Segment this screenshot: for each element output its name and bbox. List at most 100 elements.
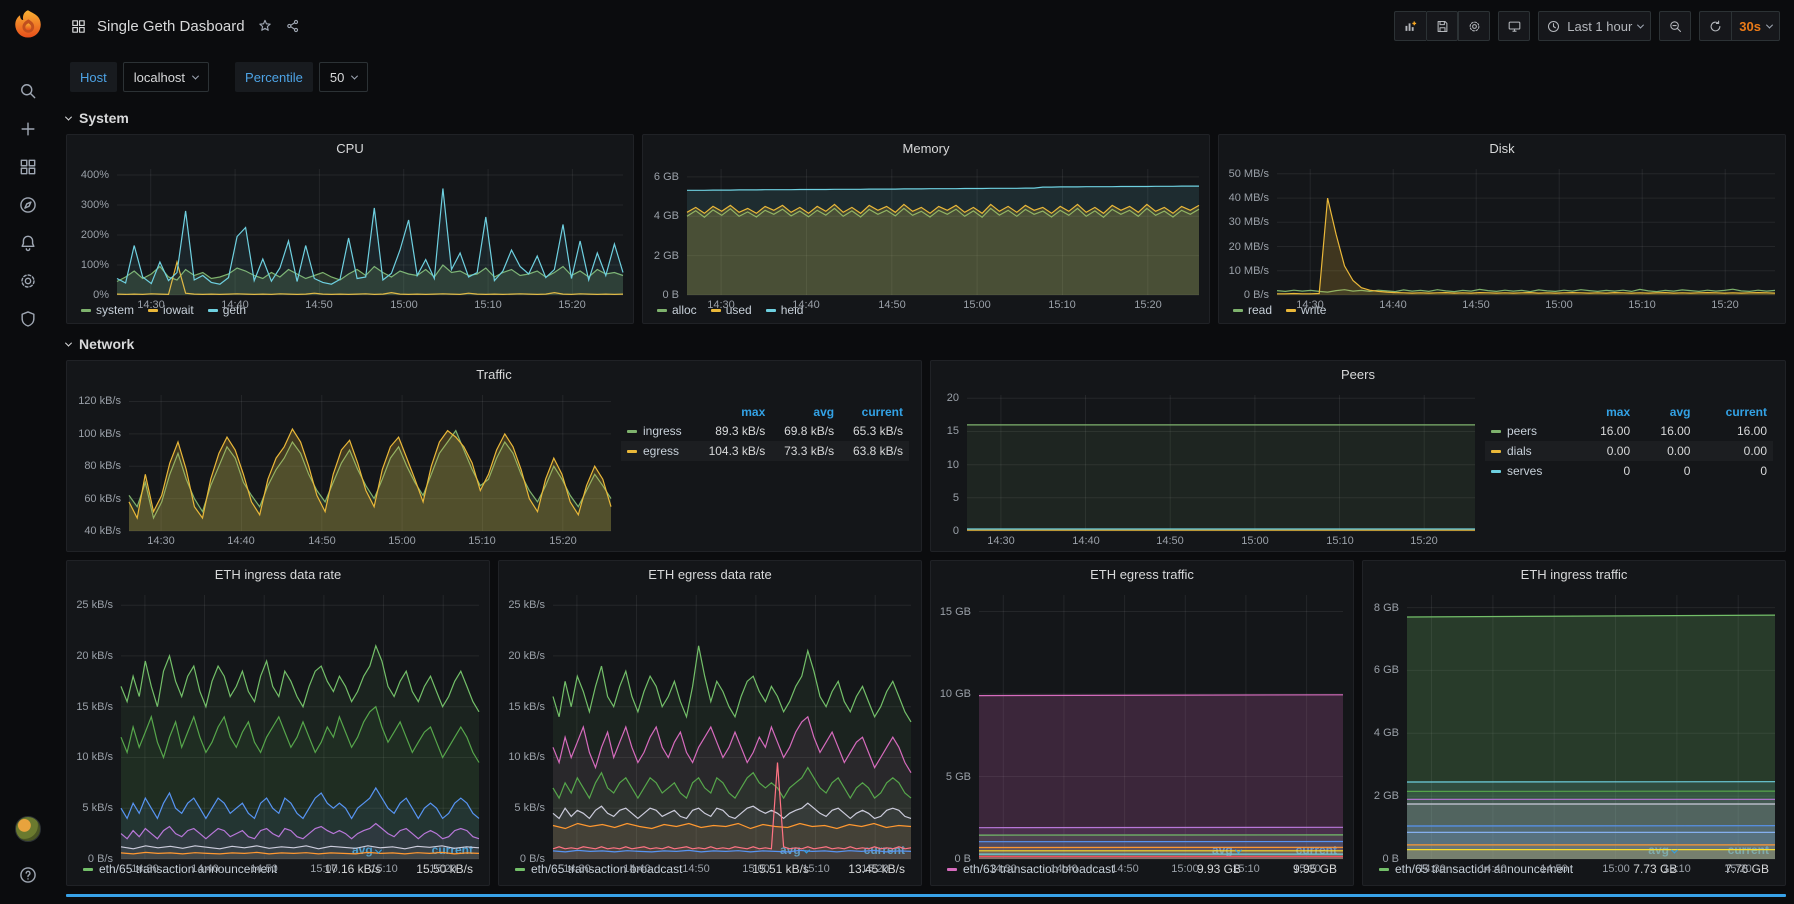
y-tick: 10 kB/s (499, 750, 545, 764)
peers-chart[interactable]: 0510152014:3014:4014:5015:0015:1015:20 (931, 387, 1485, 551)
x-tick: 14:50 (295, 299, 343, 311)
series-color-swatch (1491, 450, 1501, 453)
panel-eth-ingress-data-rate: ETH ingress data rate 0 B/s5 kB/s10 kB/s… (66, 560, 490, 886)
x-tick: 14:30 (697, 299, 745, 311)
panel-title[interactable]: ETH egress data rate (499, 561, 921, 587)
variable-percentile-dropdown[interactable]: 50 (319, 62, 368, 92)
chevron-down-icon (192, 72, 199, 79)
tv-mode-button[interactable] (1498, 11, 1530, 41)
eth-egress-data-rate-chart[interactable]: 0 B/s5 kB/s10 kB/s15 kB/s20 kB/s25 kB/s1… (499, 587, 921, 841)
legend-series-name[interactable]: serves (1485, 461, 1576, 481)
panel-title[interactable]: Traffic (67, 361, 921, 387)
x-tick: 14:40 (1040, 863, 1088, 875)
y-tick: 0% (67, 288, 109, 302)
panel-title[interactable]: ETH ingress traffic (1363, 561, 1785, 587)
legend-series-name[interactable]: egress (621, 441, 695, 461)
panel-title[interactable]: Peers (931, 361, 1785, 387)
avatar[interactable] (15, 816, 41, 842)
traffic-chart[interactable]: 40 kB/s60 kB/s80 kB/s100 kB/s120 kB/s14:… (67, 387, 621, 551)
y-tick: 2 GB (1363, 789, 1399, 803)
legend-series-name[interactable]: ingress (621, 421, 695, 441)
y-tick: 0 B (931, 852, 971, 866)
configuration-icon[interactable] (8, 262, 48, 300)
legend-header-avg[interactable]: avg (771, 403, 840, 421)
y-tick: 10 kB/s (67, 750, 113, 764)
y-tick: 8 GB (1363, 601, 1399, 615)
explore-icon[interactable] (8, 186, 48, 224)
legend-row: serves000 (1485, 461, 1773, 481)
eth-ingress-data-rate-chart[interactable]: 0 B/s5 kB/s10 kB/s15 kB/s20 kB/s25 kB/s1… (67, 587, 489, 841)
alerting-icon[interactable] (8, 224, 48, 262)
cpu-chart[interactable]: 0%100%200%300%400%14:3014:4014:5015:0015… (67, 161, 633, 301)
y-tick: 50 MB/s (1219, 167, 1269, 181)
legend-header-current[interactable]: current (840, 403, 909, 421)
y-tick: 20 MB/s (1219, 240, 1269, 254)
memory-chart[interactable]: 0 B2 GB4 GB6 GB14:3014:4014:5015:0015:10… (643, 161, 1209, 301)
refresh-button[interactable] (1699, 11, 1731, 41)
dashboard-settings-button[interactable] (1458, 11, 1490, 41)
legend-header-avg[interactable]: avg (1636, 403, 1696, 421)
variable-host-dropdown[interactable]: localhost (123, 62, 209, 92)
panel-eth-egress-data-rate: ETH egress data rate 0 B/s5 kB/s10 kB/s1… (498, 560, 922, 886)
refresh-interval-label: 30s (1739, 19, 1761, 34)
legend-value: 16.00 (1576, 421, 1636, 441)
panel-title[interactable]: Memory (643, 135, 1209, 161)
legend-header-max[interactable]: max (1576, 403, 1636, 421)
server-admin-icon[interactable] (8, 300, 48, 338)
x-tick: 15:10 (458, 535, 506, 547)
x-tick: 14:50 (1530, 863, 1578, 875)
y-tick: 5 kB/s (67, 801, 113, 815)
panel-title[interactable]: ETH egress traffic (931, 561, 1353, 587)
x-tick: 14:30 (137, 535, 185, 547)
grafana-logo[interactable] (10, 8, 46, 44)
x-tick: 14:50 (868, 299, 916, 311)
panel-title[interactable]: ETH ingress data rate (67, 561, 489, 587)
star-icon[interactable] (257, 18, 273, 34)
y-tick: 5 kB/s (499, 801, 545, 815)
y-tick: 40 MB/s (1219, 191, 1269, 205)
y-tick: 6 GB (643, 170, 679, 184)
legend-header-current[interactable]: current (1696, 403, 1773, 421)
plus-icon[interactable] (8, 110, 48, 148)
variable-percentile-label: Percentile (235, 62, 313, 92)
legend-series-name[interactable]: dials (1485, 441, 1576, 461)
panel-title[interactable]: CPU (67, 135, 633, 161)
variable-host-label: Host (70, 62, 117, 92)
add-panel-button[interactable] (1394, 11, 1426, 41)
legend-header-max[interactable]: max (695, 403, 771, 421)
disk-chart[interactable]: 0 B/s10 MB/s20 MB/s30 MB/s40 MB/s50 MB/s… (1219, 161, 1785, 301)
refresh-interval-dropdown[interactable]: 30s (1731, 11, 1780, 41)
y-tick: 120 kB/s (67, 394, 121, 408)
legend-value: 63.8 kB/s (840, 441, 909, 461)
panel-eth-ingress-traffic: ETH ingress traffic 0 B2 GB4 GB6 GB8 GB1… (1362, 560, 1786, 886)
eth-ingress-traffic-chart[interactable]: 0 B2 GB4 GB6 GB8 GB14:3014:4014:5015:001… (1363, 587, 1785, 841)
time-range-picker[interactable]: Last 1 hour (1538, 11, 1651, 41)
x-tick: 15:00 (300, 863, 348, 875)
x-tick: 15:10 (464, 299, 512, 311)
y-tick: 30 MB/s (1219, 215, 1269, 229)
panel-title[interactable]: Disk (1219, 135, 1785, 161)
legend-value: 0 (1636, 461, 1696, 481)
x-tick: 15:00 (1231, 535, 1279, 547)
share-icon[interactable] (285, 18, 301, 34)
dashboards-icon[interactable] (8, 148, 48, 186)
time-range-label: Last 1 hour (1567, 19, 1632, 34)
legend-series-name[interactable]: peers (1485, 421, 1576, 441)
save-dashboard-button[interactable] (1426, 11, 1458, 41)
zoom-out-button[interactable] (1659, 11, 1691, 41)
y-tick: 2 GB (643, 249, 679, 263)
legend-value: 0.00 (1636, 441, 1696, 461)
search-icon[interactable] (8, 72, 48, 110)
row-system-toggle[interactable]: System (66, 106, 1786, 130)
eth-egress-traffic-chart[interactable]: 0 B5 GB10 GB15 GB14:3014:4014:5015:0015:… (931, 587, 1353, 841)
x-tick: 15:20 (1714, 863, 1762, 875)
legend-row: egress104.3 kB/s73.3 kB/s63.8 kB/s (621, 441, 909, 461)
chevron-down-icon (351, 72, 358, 79)
page-title[interactable]: Single Geth Dasboard (97, 18, 245, 35)
y-tick: 10 (931, 458, 959, 472)
row-network-toggle[interactable]: Network (66, 332, 1786, 356)
x-tick: 15:20 (851, 863, 899, 875)
help-icon[interactable] (8, 856, 48, 894)
legend-value: 73.3 kB/s (771, 441, 840, 461)
variable-percentile-value: 50 (330, 70, 344, 85)
